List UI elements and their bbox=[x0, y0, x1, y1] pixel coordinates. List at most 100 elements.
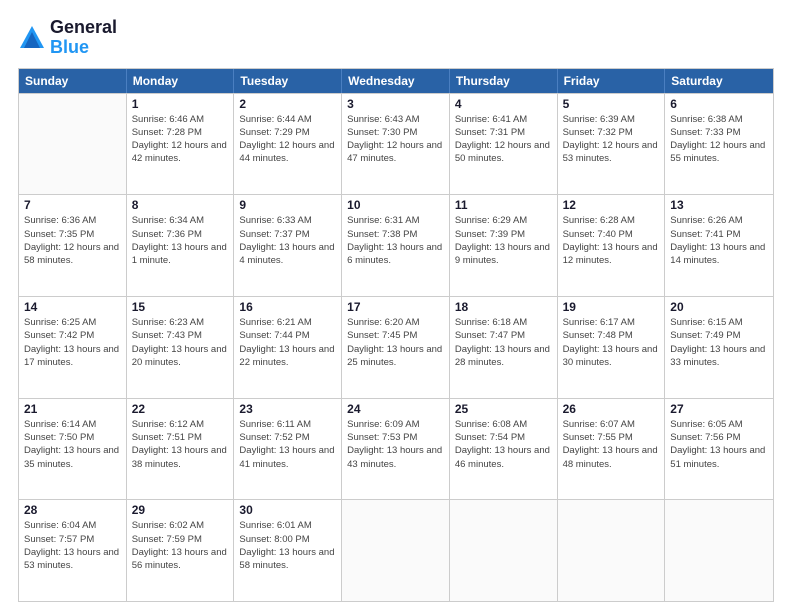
day-cell-13: 13 Sunrise: 6:26 AMSunset: 7:41 PMDayligh… bbox=[665, 195, 773, 296]
day-info: Sunrise: 6:05 AMSunset: 7:56 PMDaylight:… bbox=[670, 418, 768, 471]
day-info: Sunrise: 6:17 AMSunset: 7:48 PMDaylight:… bbox=[563, 316, 660, 369]
day-cell-27: 27 Sunrise: 6:05 AMSunset: 7:56 PMDayligh… bbox=[665, 399, 773, 500]
day-cell-28: 28 Sunrise: 6:04 AMSunset: 7:57 PMDayligh… bbox=[19, 500, 127, 601]
day-cell-24: 24Sunrise: 6:09 AMSunset: 7:53 PMDayligh… bbox=[342, 399, 450, 500]
day-number: 12 bbox=[563, 198, 660, 212]
day-info: Sunrise: 6:31 AMSunset: 7:38 PMDaylight:… bbox=[347, 214, 444, 267]
day-cell-11: 11 Sunrise: 6:29 AMSunset: 7:39 PMDayligh… bbox=[450, 195, 558, 296]
page: General Blue SundayMondayTuesdayWednesda… bbox=[0, 0, 792, 612]
day-number: 22 bbox=[132, 402, 229, 416]
day-cell-18: 18 Sunrise: 6:18 AMSunset: 7:47 PMDayligh… bbox=[450, 297, 558, 398]
day-cell-9: 9Sunrise: 6:33 AMSunset: 7:37 PMDaylight… bbox=[234, 195, 342, 296]
day-number: 7 bbox=[24, 198, 121, 212]
day-cell-12: 12 Sunrise: 6:28 AMSunset: 7:40 PMDayligh… bbox=[558, 195, 666, 296]
day-number: 6 bbox=[670, 97, 768, 111]
day-cell-6: 6 Sunrise: 6:38 AMSunset: 7:33 PMDaylight… bbox=[665, 94, 773, 195]
day-info: Sunrise: 6:39 AMSunset: 7:32 PMDaylight:… bbox=[563, 113, 660, 166]
day-info: Sunrise: 6:20 AMSunset: 7:45 PMDaylight:… bbox=[347, 316, 444, 369]
day-cell-30: 30 Sunrise: 6:01 AMSunset: 8:00 PMDayligh… bbox=[234, 500, 342, 601]
day-cell-10: 10Sunrise: 6:31 AMSunset: 7:38 PMDayligh… bbox=[342, 195, 450, 296]
day-number: 18 bbox=[455, 300, 552, 314]
day-info: Sunrise: 6:44 AMSunset: 7:29 PMDaylight:… bbox=[239, 113, 336, 166]
day-number: 16 bbox=[239, 300, 336, 314]
day-info: Sunrise: 6:36 AMSunset: 7:35 PMDaylight:… bbox=[24, 214, 121, 267]
calendar-body: 1 Sunrise: 6:46 AMSunset: 7:28 PMDaylight… bbox=[19, 93, 773, 601]
day-number: 2 bbox=[239, 97, 336, 111]
day-info: Sunrise: 6:41 AMSunset: 7:31 PMDaylight:… bbox=[455, 113, 552, 166]
day-info: Sunrise: 6:33 AMSunset: 7:37 PMDaylight:… bbox=[239, 214, 336, 267]
day-info: Sunrise: 6:01 AMSunset: 8:00 PMDaylight:… bbox=[239, 519, 336, 572]
day-of-week-saturday: Saturday bbox=[665, 69, 773, 93]
day-cell-23: 23 Sunrise: 6:11 AMSunset: 7:52 PMDayligh… bbox=[234, 399, 342, 500]
day-info: Sunrise: 6:38 AMSunset: 7:33 PMDaylight:… bbox=[670, 113, 768, 166]
day-of-week-thursday: Thursday bbox=[450, 69, 558, 93]
day-info: Sunrise: 6:07 AMSunset: 7:55 PMDaylight:… bbox=[563, 418, 660, 471]
day-cell-2: 2 Sunrise: 6:44 AMSunset: 7:29 PMDaylight… bbox=[234, 94, 342, 195]
day-info: Sunrise: 6:09 AMSunset: 7:53 PMDaylight:… bbox=[347, 418, 444, 471]
day-info: Sunrise: 6:34 AMSunset: 7:36 PMDaylight:… bbox=[132, 214, 229, 267]
day-cell-20: 20 Sunrise: 6:15 AMSunset: 7:49 PMDayligh… bbox=[665, 297, 773, 398]
day-info: Sunrise: 6:28 AMSunset: 7:40 PMDaylight:… bbox=[563, 214, 660, 267]
day-cell-5: 5 Sunrise: 6:39 AMSunset: 7:32 PMDaylight… bbox=[558, 94, 666, 195]
day-number: 29 bbox=[132, 503, 229, 517]
day-cell-1: 1 Sunrise: 6:46 AMSunset: 7:28 PMDaylight… bbox=[127, 94, 235, 195]
empty-cell bbox=[558, 500, 666, 601]
day-cell-4: 4 Sunrise: 6:41 AMSunset: 7:31 PMDaylight… bbox=[450, 94, 558, 195]
day-cell-3: 3 Sunrise: 6:43 AMSunset: 7:30 PMDaylight… bbox=[342, 94, 450, 195]
day-number: 1 bbox=[132, 97, 229, 111]
day-info: Sunrise: 6:43 AMSunset: 7:30 PMDaylight:… bbox=[347, 113, 444, 166]
day-info: Sunrise: 6:25 AMSunset: 7:42 PMDaylight:… bbox=[24, 316, 121, 369]
empty-cell bbox=[450, 500, 558, 601]
day-cell-26: 26 Sunrise: 6:07 AMSunset: 7:55 PMDayligh… bbox=[558, 399, 666, 500]
day-number: 27 bbox=[670, 402, 768, 416]
week-row-3: 14Sunrise: 6:25 AMSunset: 7:42 PMDayligh… bbox=[19, 296, 773, 398]
day-info: Sunrise: 6:46 AMSunset: 7:28 PMDaylight:… bbox=[132, 113, 229, 166]
day-number: 20 bbox=[670, 300, 768, 314]
day-info: Sunrise: 6:23 AMSunset: 7:43 PMDaylight:… bbox=[132, 316, 229, 369]
day-number: 11 bbox=[455, 198, 552, 212]
day-number: 23 bbox=[239, 402, 336, 416]
week-row-2: 7 Sunrise: 6:36 AMSunset: 7:35 PMDaylight… bbox=[19, 194, 773, 296]
day-info: Sunrise: 6:21 AMSunset: 7:44 PMDaylight:… bbox=[239, 316, 336, 369]
day-info: Sunrise: 6:12 AMSunset: 7:51 PMDaylight:… bbox=[132, 418, 229, 471]
empty-cell bbox=[19, 94, 127, 195]
day-number: 17 bbox=[347, 300, 444, 314]
day-number: 26 bbox=[563, 402, 660, 416]
day-info: Sunrise: 6:15 AMSunset: 7:49 PMDaylight:… bbox=[670, 316, 768, 369]
day-info: Sunrise: 6:04 AMSunset: 7:57 PMDaylight:… bbox=[24, 519, 121, 572]
day-number: 28 bbox=[24, 503, 121, 517]
day-number: 4 bbox=[455, 97, 552, 111]
day-cell-15: 15 Sunrise: 6:23 AMSunset: 7:43 PMDayligh… bbox=[127, 297, 235, 398]
day-of-week-tuesday: Tuesday bbox=[234, 69, 342, 93]
day-info: Sunrise: 6:29 AMSunset: 7:39 PMDaylight:… bbox=[455, 214, 552, 267]
week-row-4: 21 Sunrise: 6:14 AMSunset: 7:50 PMDayligh… bbox=[19, 398, 773, 500]
day-number: 19 bbox=[563, 300, 660, 314]
day-number: 21 bbox=[24, 402, 121, 416]
day-cell-17: 17 Sunrise: 6:20 AMSunset: 7:45 PMDayligh… bbox=[342, 297, 450, 398]
day-number: 30 bbox=[239, 503, 336, 517]
day-number: 3 bbox=[347, 97, 444, 111]
empty-cell bbox=[665, 500, 773, 601]
day-cell-29: 29 Sunrise: 6:02 AMSunset: 7:59 PMDayligh… bbox=[127, 500, 235, 601]
day-info: Sunrise: 6:02 AMSunset: 7:59 PMDaylight:… bbox=[132, 519, 229, 572]
week-row-1: 1 Sunrise: 6:46 AMSunset: 7:28 PMDaylight… bbox=[19, 93, 773, 195]
calendar: SundayMondayTuesdayWednesdayThursdayFrid… bbox=[18, 68, 774, 602]
day-cell-21: 21 Sunrise: 6:14 AMSunset: 7:50 PMDayligh… bbox=[19, 399, 127, 500]
day-info: Sunrise: 6:14 AMSunset: 7:50 PMDaylight:… bbox=[24, 418, 121, 471]
day-info: Sunrise: 6:26 AMSunset: 7:41 PMDaylight:… bbox=[670, 214, 768, 267]
day-of-week-monday: Monday bbox=[127, 69, 235, 93]
day-info: Sunrise: 6:11 AMSunset: 7:52 PMDaylight:… bbox=[239, 418, 336, 471]
day-number: 8 bbox=[132, 198, 229, 212]
day-of-week-sunday: Sunday bbox=[19, 69, 127, 93]
day-cell-25: 25Sunrise: 6:08 AMSunset: 7:54 PMDayligh… bbox=[450, 399, 558, 500]
day-number: 15 bbox=[132, 300, 229, 314]
day-info: Sunrise: 6:18 AMSunset: 7:47 PMDaylight:… bbox=[455, 316, 552, 369]
day-cell-8: 8 Sunrise: 6:34 AMSunset: 7:36 PMDaylight… bbox=[127, 195, 235, 296]
day-of-week-wednesday: Wednesday bbox=[342, 69, 450, 93]
day-number: 25 bbox=[455, 402, 552, 416]
logo-icon bbox=[18, 24, 46, 52]
day-cell-7: 7 Sunrise: 6:36 AMSunset: 7:35 PMDaylight… bbox=[19, 195, 127, 296]
day-number: 13 bbox=[670, 198, 768, 212]
day-number: 5 bbox=[563, 97, 660, 111]
day-cell-14: 14Sunrise: 6:25 AMSunset: 7:42 PMDayligh… bbox=[19, 297, 127, 398]
